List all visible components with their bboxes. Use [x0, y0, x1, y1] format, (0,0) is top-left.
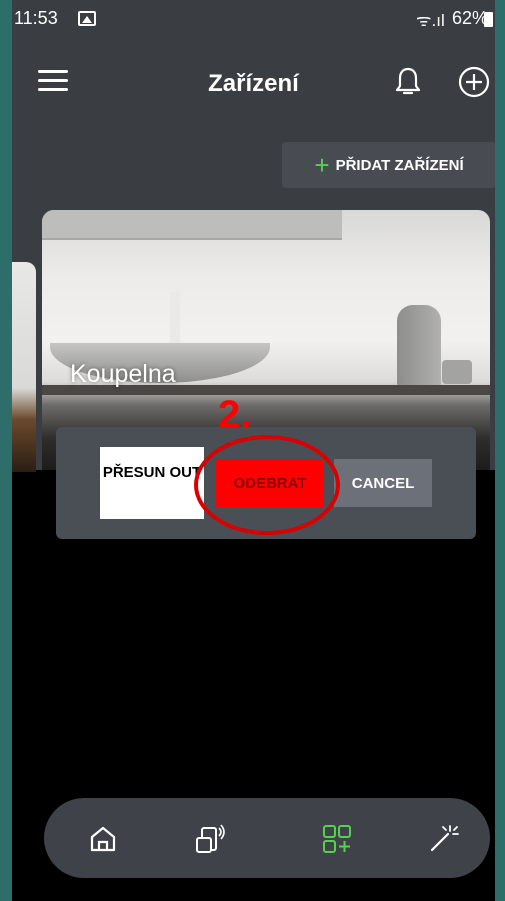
screen-frame: 11:53 ᯤ.ıl 62% Zařízení + PŘIDAT ZAŘÍZEN… [0, 0, 505, 901]
page-title: Zařízení [208, 70, 299, 97]
annotation-highlight-ellipse [194, 435, 340, 535]
room-name: Koupelna [70, 360, 176, 388]
room-photo-vase [397, 305, 441, 387]
status-time: 11:53 [14, 8, 58, 28]
room-photo-mirror [42, 210, 342, 240]
cancel-button[interactable]: CANCEL [334, 459, 432, 507]
previous-room-card-lower [12, 472, 36, 901]
add-device-label: PŘIDAT ZAŘÍZENÍ [335, 156, 464, 174]
annotation-step-label: 2. [218, 393, 252, 437]
add-devices-icon[interactable] [320, 822, 354, 856]
move-out-button[interactable]: PŘESUN OUT [100, 447, 204, 519]
bell-icon[interactable] [394, 66, 422, 98]
add-plus-icon: + [314, 150, 330, 180]
previous-room-card[interactable] [12, 262, 36, 472]
scenes-magic-wand-icon[interactable] [426, 822, 460, 856]
room-photo-faucet [170, 292, 180, 346]
room-photo-cup [442, 360, 472, 384]
add-device-button[interactable]: + PŘIDAT ZAŘÍZENÍ [282, 142, 495, 188]
home-icon[interactable] [86, 822, 120, 856]
image-notification-icon [78, 11, 96, 26]
phone-screen: 11:53 ᯤ.ıl 62% Zařízení + PŘIDAT ZAŘÍZEN… [12, 0, 495, 901]
app-bar: Zařízení [12, 52, 495, 112]
plus-circle-icon[interactable] [458, 66, 490, 98]
wifi-signal-icon: ᯤ.ıl [416, 11, 445, 30]
battery-icon [484, 12, 493, 27]
battery-percent: 62% [452, 8, 489, 28]
status-bar: 11:53 ᯤ.ıl 62% [12, 0, 495, 40]
bottom-navigation [44, 798, 490, 878]
devices-icon[interactable] [192, 822, 226, 856]
